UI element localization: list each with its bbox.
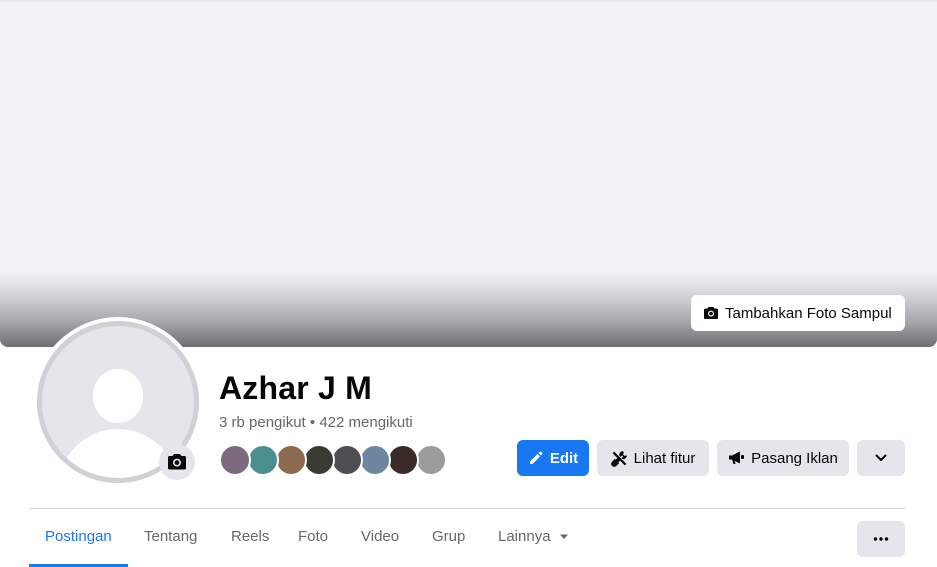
friend-avatar[interactable] bbox=[359, 444, 391, 476]
friend-avatar[interactable] bbox=[247, 444, 279, 476]
tab-label: Tentang bbox=[144, 528, 198, 545]
tools-icon bbox=[610, 450, 627, 467]
tab-postingan[interactable]: Postingan bbox=[45, 528, 112, 545]
camera-icon bbox=[704, 307, 718, 319]
tab-label: Grup bbox=[432, 528, 466, 545]
tab-reels[interactable]: Reels bbox=[231, 528, 269, 545]
tab-tentang[interactable]: Tentang bbox=[144, 528, 197, 545]
tab-grup[interactable]: Grup bbox=[432, 528, 465, 545]
friend-avatar[interactable] bbox=[331, 444, 363, 476]
caret-down-icon bbox=[559, 534, 568, 539]
more-dots-icon bbox=[873, 537, 889, 541]
friend-avatar[interactable] bbox=[303, 444, 335, 476]
follow-stats: 3 rb pengikut • 422 mengikuti bbox=[219, 414, 413, 431]
add-cover-photo-label: Tambahkan Foto Sampul bbox=[725, 304, 892, 322]
friend-avatar[interactable] bbox=[387, 444, 419, 476]
profile-options-dropdown[interactable] bbox=[857, 440, 905, 476]
view-features-button[interactable]: Lihat fitur bbox=[597, 440, 709, 476]
megaphone-icon bbox=[729, 451, 745, 464]
edit-profile-button[interactable]: Edit bbox=[517, 440, 589, 476]
tab-label: Foto bbox=[298, 528, 329, 545]
tab-lainnya[interactable]: Lainnya bbox=[498, 528, 569, 545]
advertise-button[interactable]: Pasang Iklan bbox=[717, 440, 849, 476]
pencil-icon bbox=[529, 451, 543, 464]
edit-label: Edit bbox=[549, 449, 579, 467]
friend-avatar[interactable] bbox=[415, 444, 447, 476]
camera-icon bbox=[168, 454, 186, 470]
following-count[interactable]: 422 mengikuti bbox=[319, 414, 412, 431]
chevron-down-icon bbox=[875, 454, 887, 461]
update-profile-picture-button[interactable] bbox=[159, 444, 195, 480]
tab-label: Lainnya bbox=[498, 528, 551, 545]
tab-label: Reels bbox=[231, 528, 270, 545]
tab-label: Video bbox=[361, 528, 400, 545]
advertise-label: Pasang Iklan bbox=[751, 449, 838, 467]
tab-label: Postingan bbox=[45, 528, 112, 545]
followers-count[interactable]: 3 rb pengikut bbox=[219, 414, 306, 431]
friend-avatar[interactable] bbox=[275, 444, 307, 476]
profile-name: Azhar J M bbox=[219, 370, 372, 406]
tab-foto[interactable]: Foto bbox=[298, 528, 328, 545]
more-options-button[interactable] bbox=[857, 521, 905, 557]
tabs-divider bbox=[29, 508, 905, 509]
tab-video[interactable]: Video bbox=[361, 528, 399, 545]
view-features-label: Lihat fitur bbox=[633, 449, 696, 467]
add-cover-photo-button[interactable]: Tambahkan Foto Sampul bbox=[691, 295, 905, 331]
stats-separator: • bbox=[305, 414, 320, 431]
friend-avatar[interactable] bbox=[219, 444, 251, 476]
